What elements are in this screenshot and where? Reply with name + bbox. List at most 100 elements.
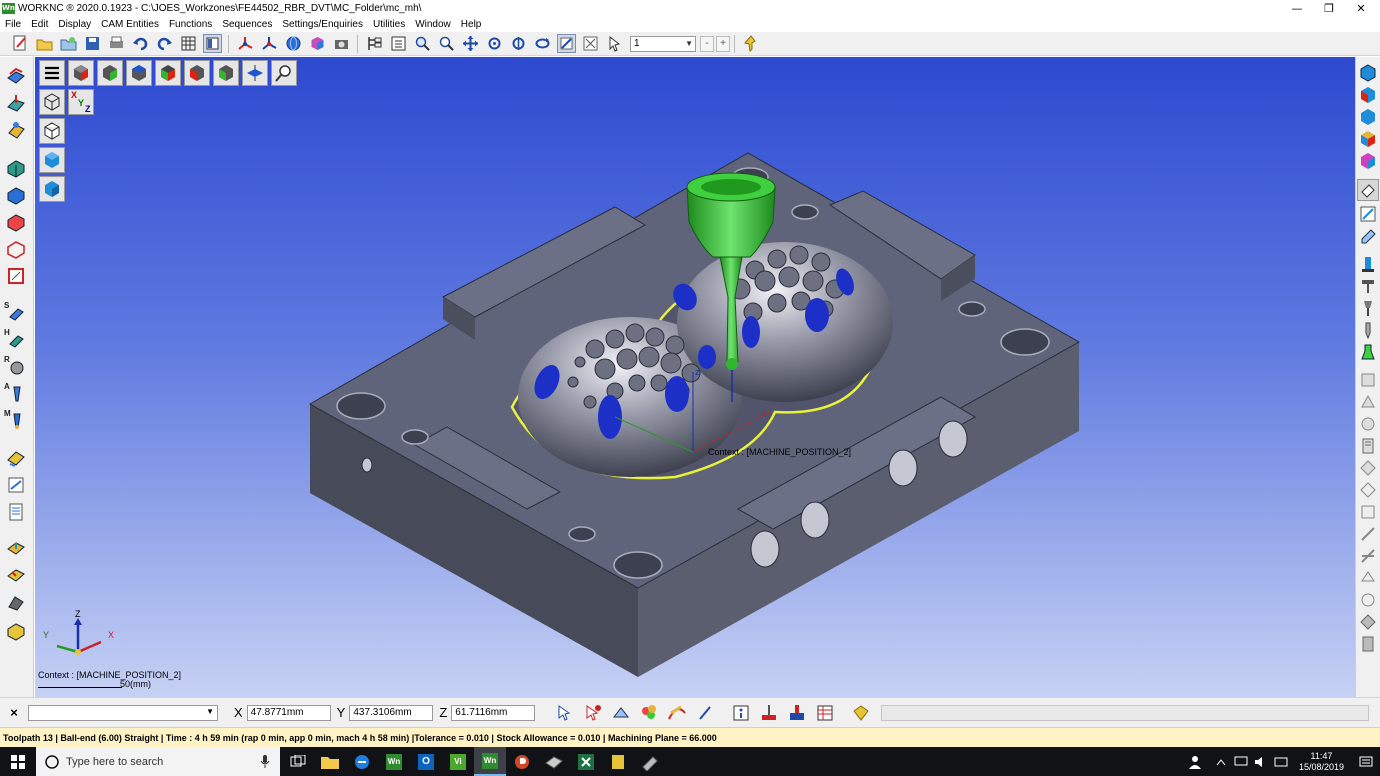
collet-icon[interactable] <box>1357 341 1379 363</box>
sim-icon-5[interactable] <box>1357 457 1379 479</box>
machine-icon[interactable] <box>5 592 27 614</box>
sim-icon-1[interactable] <box>1357 369 1379 391</box>
level-plus-button[interactable]: + <box>716 35 730 52</box>
eraser-icon[interactable] <box>1357 179 1379 201</box>
sim-icon-8[interactable] <box>1357 523 1379 545</box>
spindle-icon[interactable] <box>1357 275 1379 297</box>
tree-view-icon[interactable] <box>365 34 384 53</box>
surface-icon[interactable] <box>5 211 27 233</box>
sim-icon-9[interactable] <box>1357 545 1379 567</box>
sim-icon-2[interactable] <box>1357 391 1379 413</box>
task-view-icon[interactable] <box>282 747 314 776</box>
globe-icon[interactable] <box>284 34 303 53</box>
report-icon[interactable] <box>5 620 27 642</box>
menu-cam-entities[interactable]: CAM Entities <box>96 19 164 30</box>
cad-viewer-icon[interactable] <box>538 747 570 776</box>
model-icon[interactable] <box>5 119 27 141</box>
boundary-icon[interactable] <box>5 265 27 287</box>
spin-icon[interactable] <box>533 34 552 53</box>
sim-icon-13[interactable] <box>1357 633 1379 655</box>
open-folder-icon[interactable] <box>35 34 54 53</box>
hand-icon[interactable] <box>849 701 873 725</box>
minimize-button[interactable]: — <box>1282 0 1312 16</box>
view-fit-icon[interactable] <box>556 34 576 53</box>
taskbar-search-box[interactable]: Type here to search <box>36 747 280 776</box>
close-button[interactable]: ✕ <box>1346 0 1376 16</box>
menu-window[interactable]: Window <box>410 19 456 30</box>
tool-blue-icon[interactable] <box>1357 253 1379 275</box>
menu-sequences[interactable]: Sequences <box>217 19 277 30</box>
view-iso-red-icon[interactable] <box>1357 84 1379 106</box>
save-icon[interactable] <box>83 34 102 53</box>
pin-icon[interactable] <box>742 34 761 53</box>
machine-setup-icon[interactable] <box>785 701 809 725</box>
snap-point-icon[interactable] <box>581 701 605 725</box>
pencil-icon[interactable] <box>1357 225 1379 247</box>
sim-icon-10[interactable] <box>1357 567 1379 589</box>
color-icon[interactable] <box>637 701 661 725</box>
level-combo[interactable]: 1 ▼ <box>630 35 696 52</box>
entity-select[interactable]: ▼ <box>28 704 218 721</box>
rotate-axis-icon[interactable] <box>509 34 528 53</box>
verify-icon[interactable] <box>5 474 27 496</box>
x-coord-field[interactable]: 47.8771mm <box>246 704 331 721</box>
holder-icon[interactable] <box>1357 319 1379 341</box>
shaded-cube-icon[interactable] <box>308 34 327 53</box>
graphics-viewport[interactable]: X Y Z Context: [MACHINE_POSITION_2] x z… <box>35 57 1355 697</box>
sim-icon-3[interactable] <box>1357 413 1379 435</box>
measure-icon[interactable] <box>1357 203 1379 225</box>
coordinate-close-button[interactable]: × <box>0 705 28 720</box>
edge-browser-icon[interactable] <box>346 747 378 776</box>
sim-icon-12[interactable] <box>1357 611 1379 633</box>
menu-utilities[interactable]: Utilities <box>368 19 410 30</box>
zoom-window-icon[interactable] <box>413 34 432 53</box>
powerpoint-icon[interactable] <box>506 747 538 776</box>
sim-icon-6[interactable] <box>1357 479 1379 501</box>
open-workzone-icon[interactable] <box>59 34 78 53</box>
z-coord-field[interactable]: 61.7116mm <box>451 704 536 721</box>
camera-icon[interactable] <box>332 34 351 53</box>
network-icon[interactable] <box>1231 747 1251 776</box>
excel-icon[interactable] <box>570 747 602 776</box>
notes-icon[interactable] <box>602 747 634 776</box>
menu-functions[interactable]: Functions <box>164 19 217 30</box>
menu-settings-enquiries[interactable]: Settings/Enquiries <box>277 19 368 30</box>
curve-edit-icon[interactable] <box>665 701 689 725</box>
info-icon[interactable] <box>729 701 753 725</box>
document-icon[interactable] <box>5 501 27 523</box>
stock-icon[interactable] <box>5 157 27 179</box>
view-multi-icon[interactable] <box>1357 128 1379 150</box>
outlook-icon[interactable]: O <box>410 747 442 776</box>
level-minus-button[interactable]: - <box>700 35 714 52</box>
menu-display[interactable]: Display <box>53 19 96 30</box>
report-table-icon[interactable] <box>813 701 837 725</box>
new-file-icon[interactable] <box>11 34 30 53</box>
visi-icon[interactable]: Vi <box>442 747 474 776</box>
zoom-icon[interactable] <box>437 34 456 53</box>
restore-button[interactable]: ❐ <box>1314 0 1344 16</box>
sim-icon-4[interactable] <box>1357 435 1379 457</box>
pan-icon[interactable] <box>461 34 480 53</box>
tool-change-icon[interactable] <box>757 701 781 725</box>
sequence-list-icon[interactable] <box>389 34 408 53</box>
slash-icon[interactable] <box>693 701 717 725</box>
block-icon[interactable] <box>5 184 27 206</box>
menu-help[interactable]: Help <box>456 19 487 30</box>
workzone-icon[interactable] <box>5 65 27 87</box>
menu-file[interactable]: File <box>0 19 26 30</box>
pick-icon[interactable] <box>605 34 624 53</box>
language-icon[interactable] <box>1271 747 1291 776</box>
tool-app-icon[interactable] <box>634 747 666 776</box>
microphone-icon[interactable] <box>260 755 270 769</box>
view-select-icon[interactable] <box>581 34 600 53</box>
sim-icon-11[interactable] <box>1357 589 1379 611</box>
menu-edit[interactable]: Edit <box>26 19 53 30</box>
rotate-icon[interactable] <box>485 34 504 53</box>
undo-icon[interactable] <box>131 34 150 53</box>
print-icon[interactable] <box>107 34 126 53</box>
check-icon[interactable] <box>5 447 27 469</box>
volume-icon[interactable] <box>1251 747 1271 776</box>
grid-icon[interactable] <box>179 34 198 53</box>
transform-icon[interactable] <box>609 701 633 725</box>
taskbar-clock[interactable]: 11:47 15/08/2019 <box>1299 751 1344 773</box>
